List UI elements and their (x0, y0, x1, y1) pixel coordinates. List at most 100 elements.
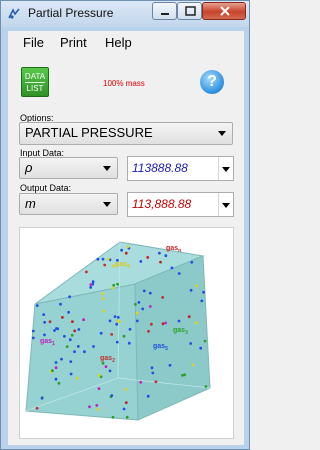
gas-molecule (95, 404, 99, 407)
gas-molecule (97, 374, 101, 377)
gas-molecule (103, 263, 107, 267)
gas-molecule (170, 266, 174, 270)
gas-molecule (122, 334, 126, 338)
gas-molecule (200, 299, 204, 303)
client-area: File Print Help DATA LIST 100% mass ? Op… (8, 31, 244, 445)
minimize-button[interactable] (152, 2, 177, 20)
gas-molecule (88, 405, 91, 409)
input-value-field[interactable]: 113888.88 (127, 156, 234, 181)
maximize-button[interactable] (177, 2, 202, 20)
gas-molecule (69, 372, 73, 376)
gas-molecule (101, 297, 105, 301)
gas-molecule (124, 251, 128, 255)
gas-molecule (85, 270, 88, 274)
gas-molecule (124, 401, 128, 404)
input-unit-select[interactable]: ρ (19, 157, 118, 179)
gas-molecule (63, 334, 66, 338)
gas-molecule (150, 322, 153, 326)
chevron-down-icon (222, 203, 230, 208)
gas-molecule (54, 377, 58, 381)
gas-molecule (101, 361, 105, 365)
gas-molecule (199, 346, 203, 350)
gas-molecule (125, 415, 129, 419)
gas-molecule (139, 380, 143, 384)
gas-molecule (168, 363, 172, 367)
title-bar[interactable]: Partial Pressure (1, 1, 249, 27)
gas-molecule (42, 313, 46, 316)
gas-molecule (203, 339, 207, 343)
gas-molecule (54, 366, 58, 370)
app-window: Partial Pressure File Print Help DATA LI… (0, 0, 250, 450)
data-list-button[interactable]: DATA LIST (21, 67, 49, 97)
gas-molecule (112, 283, 116, 287)
gas-molecule (113, 315, 117, 318)
gas-molecule (134, 303, 137, 306)
gas-molecule (126, 245, 130, 249)
gas-box-illustration: gasn gas4 gas3 gas1 gas2 gas5 (19, 227, 234, 439)
gas-molecule (110, 394, 114, 397)
options-select[interactable]: PARTIAL PRESSURE (19, 122, 233, 145)
gas-molecule (111, 415, 115, 419)
gas-molecule (177, 272, 181, 275)
input-value-dropdown[interactable] (218, 157, 233, 180)
gas-box-diagram: gasn gas4 gas3 gas1 gas2 gas5 (25, 241, 211, 421)
gas-molecule (101, 257, 105, 261)
gas-molecule (75, 376, 79, 380)
gas-molecule (102, 309, 105, 313)
gas-molecule (91, 280, 95, 284)
gas-molecule (60, 357, 63, 361)
gas-molecule (150, 366, 154, 370)
gas-molecule (159, 260, 162, 264)
menu-file[interactable]: File (23, 35, 44, 50)
gas-molecule (70, 333, 74, 337)
menu-bar: File Print Help (8, 31, 244, 53)
box-right-face (134, 255, 211, 421)
gas-molecule (146, 394, 150, 398)
gas-molecule (116, 282, 119, 286)
gas-molecule (43, 320, 47, 324)
gas-molecule (73, 350, 76, 354)
gas-molecule (139, 260, 143, 263)
output-data-label: Output Data: (20, 183, 72, 193)
gas-molecule (110, 333, 114, 336)
data-list-label-2: LIST (25, 82, 45, 93)
gas-molecule (108, 319, 112, 323)
data-list-label: DATA (24, 72, 46, 81)
gas-molecule (148, 305, 152, 308)
output-unit-select[interactable]: m (19, 193, 118, 215)
menu-print[interactable]: Print (60, 35, 87, 50)
gas-molecule (59, 302, 62, 306)
gas-molecule (164, 321, 168, 325)
output-value-field[interactable]: 113,888.88 (127, 192, 234, 217)
gas-molecule (190, 260, 194, 264)
mass-note: 100% mass (103, 79, 145, 88)
gas-molecule (104, 365, 108, 368)
help-icon: ? (207, 73, 217, 90)
gas-molecule (187, 315, 191, 319)
gas-molecule (96, 257, 100, 261)
gas-molecule (137, 301, 141, 304)
gas-molecule (83, 350, 86, 354)
gas-molecule (73, 329, 77, 333)
gas-molecule (51, 369, 54, 373)
gas-molecule (115, 340, 119, 344)
input-unit: ρ (25, 160, 33, 175)
gas-molecule (189, 288, 193, 292)
menu-help[interactable]: Help (105, 35, 132, 50)
gas-molecule (99, 331, 103, 335)
gas-molecule (181, 374, 184, 377)
help-button[interactable]: ? (200, 70, 224, 94)
gas-molecule (161, 322, 165, 326)
gas-molecule (53, 329, 56, 332)
output-value: 113,888.88 (132, 197, 192, 211)
close-button[interactable] (202, 2, 246, 20)
gas-molecule (189, 342, 193, 345)
gas-molecule (135, 311, 139, 315)
gas-molecule (40, 396, 44, 400)
gas-molecule (151, 371, 155, 375)
gas-molecule (146, 256, 150, 259)
gas-molecule (31, 336, 35, 340)
gas-molecule (67, 310, 70, 314)
gas-molecule (97, 387, 101, 390)
output-value-dropdown[interactable] (218, 193, 233, 216)
